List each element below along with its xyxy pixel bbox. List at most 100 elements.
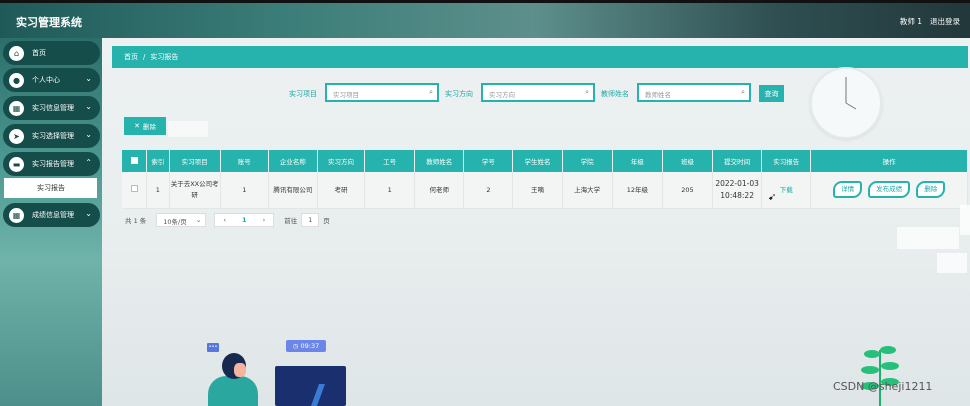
sidebar-item-home[interactable]: ⌂ 首页 <box>3 41 100 65</box>
current-page[interactable]: 1 <box>242 216 247 224</box>
search-input-teacher[interactable]: 教师姓名 ⌕ <box>637 83 751 102</box>
cell-actions: 详情 发布成绩 删除 <box>810 172 968 209</box>
column-header: 实习报告 <box>761 150 812 172</box>
column-header: 账号 <box>220 150 269 172</box>
column-header: 工号 <box>364 150 416 172</box>
sidebar-item-profile[interactable]: ● 个人中心 ⌄ <box>3 68 100 92</box>
sidebar-item-label: 成绩信息管理 <box>32 211 74 219</box>
clock-icon: ◷ <box>292 342 301 350</box>
mouse-cursor-icon: ➹ <box>768 192 777 203</box>
column-header: 操作 <box>810 150 968 172</box>
page-size-select[interactable]: 10条/页 ⌄ <box>156 213 207 227</box>
chevron-down-icon: ⌄ <box>195 216 202 224</box>
table-header-row: 索引 实习项目 账号 企业名称 实习方向 工号 教师姓名 学号 学生姓名 学院 … <box>122 150 968 172</box>
column-header: 学生姓名 <box>512 150 563 172</box>
breadcrumb: 首页 / 实习报告 <box>112 46 968 68</box>
sidebar-item-label: 实习信息管理 <box>32 104 74 112</box>
goto-input[interactable]: 1 <box>301 213 320 227</box>
cell-submit-time: 2022-01-03 10:48:22 <box>712 172 763 209</box>
search-label-project: 实习项目 <box>289 90 317 98</box>
grid-icon: ▦ <box>9 100 24 116</box>
person-illustration <box>208 376 258 406</box>
time-tag: ◷ 09:37 <box>286 340 326 352</box>
select-all-checkbox[interactable] <box>130 156 138 164</box>
cell-index: 1 <box>146 172 170 209</box>
decor-card <box>960 205 970 235</box>
chat-icon: ••• <box>207 343 219 352</box>
logout-link[interactable]: 退出登录 <box>930 16 960 27</box>
close-icon: ✕ <box>134 122 140 130</box>
column-header: 实习项目 <box>169 150 221 172</box>
goto-suffix: 页 <box>323 217 330 225</box>
search-label-teacher: 教师姓名 <box>601 90 629 98</box>
top-bar: 实习管理系统 教师 1 退出登录 <box>0 0 970 38</box>
sidebar-item-internship-select[interactable]: ➤ 实习选择管理 ⌄ <box>3 124 100 148</box>
decor-card <box>937 253 967 273</box>
cell-class: 205 <box>662 172 714 209</box>
pagination: 共 1 条 10条/页 ⌄ ‹ 1 › 前往 1 页 <box>125 213 330 227</box>
cell-college: 上海大学 <box>562 172 613 209</box>
page-size-value: 10条/页 <box>163 218 187 226</box>
next-page-button[interactable]: › <box>263 216 266 224</box>
cell-account: 1 <box>220 172 269 209</box>
row-delete-button[interactable]: 删除 <box>916 181 946 199</box>
cell-company: 腾讯有限公司 <box>268 172 318 209</box>
column-header: 企业名称 <box>268 150 318 172</box>
publish-grade-button[interactable]: 发布成绩 <box>868 181 911 199</box>
sidebar-item-label: 个人中心 <box>32 76 60 84</box>
cell-job-no: 1 <box>364 172 416 209</box>
detail-button[interactable]: 详情 <box>833 181 863 199</box>
table-row: 1 关于去XX公司考研 1 腾讯有限公司 考研 1 何老师 2 王嘀 上海大学 … <box>122 172 968 209</box>
sidebar: ⌂ 首页 ● 个人中心 ⌄ ▦ 实习信息管理 ⌄ ➤ 实习选择管理 ⌄ ▬ 实习… <box>0 38 102 406</box>
person-face <box>234 363 246 377</box>
search-placeholder: 实习方向 <box>489 91 515 99</box>
monitor-illustration <box>275 366 346 406</box>
cell-teacher: 何老师 <box>414 172 465 209</box>
breadcrumb-home[interactable]: 首页 <box>124 52 138 62</box>
row-checkbox[interactable] <box>130 184 138 192</box>
chevron-down-icon: ⌄ <box>85 130 92 139</box>
sidebar-item-grade-info[interactable]: ▦ 成绩信息管理 ⌄ <box>3 203 100 227</box>
column-header: 索引 <box>146 150 170 172</box>
page-nav: ‹ 1 › <box>214 213 275 227</box>
search-icon: ⌕ <box>741 88 745 96</box>
ticket-icon: ▬ <box>9 156 24 172</box>
grid-icon: ▦ <box>9 207 24 223</box>
ghost-panel <box>168 121 208 137</box>
plant-illustration <box>861 346 899 406</box>
top-strip <box>0 0 970 3</box>
delete-button[interactable]: ✕ 删除 <box>124 117 166 135</box>
clock-decoration <box>810 67 882 139</box>
sidebar-subitem-report[interactable]: 实习报告 <box>4 178 97 198</box>
cell-direction: 考研 <box>317 172 366 209</box>
query-button[interactable]: 查询 <box>759 85 784 102</box>
search-icon: ⌕ <box>585 88 589 96</box>
sidebar-item-label: 实习选择管理 <box>32 132 74 140</box>
home-icon: ⌂ <box>9 45 24 61</box>
delete-label: 删除 <box>142 123 156 131</box>
search-placeholder: 实习项目 <box>333 91 359 99</box>
sidebar-item-internship-info[interactable]: ▦ 实习信息管理 ⌄ <box>3 96 100 120</box>
breadcrumb-separator: / <box>143 53 146 61</box>
chevron-up-icon: ⌃ <box>85 158 92 167</box>
sidebar-item-label: 实习报告管理 <box>32 160 74 168</box>
sidebar-item-report-manage[interactable]: ▬ 实习报告管理 ⌃ <box>3 152 100 176</box>
row-checkbox-cell[interactable] <box>122 172 148 209</box>
user-label[interactable]: 教师 1 <box>900 16 922 27</box>
column-header: 教师姓名 <box>414 150 465 172</box>
app-title: 实习管理系统 <box>16 16 82 29</box>
cell-grade: 12年级 <box>612 172 663 209</box>
search-input-direction[interactable]: 实习方向 ⌕ <box>481 83 595 102</box>
download-link[interactable]: 下载 <box>780 186 793 194</box>
prev-page-button[interactable]: ‹ <box>223 216 226 224</box>
column-header: 年级 <box>612 150 663 172</box>
select-all-header[interactable] <box>122 150 148 172</box>
column-header: 实习方向 <box>317 150 366 172</box>
column-header: 班级 <box>662 150 714 172</box>
search-input-project[interactable]: 实习项目 ⌕ <box>325 83 439 102</box>
column-header: 学院 <box>562 150 613 172</box>
decor-card <box>897 227 959 249</box>
user-icon: ● <box>9 72 24 88</box>
chevron-down-icon: ⌄ <box>85 74 92 83</box>
column-header: 学号 <box>463 150 514 172</box>
